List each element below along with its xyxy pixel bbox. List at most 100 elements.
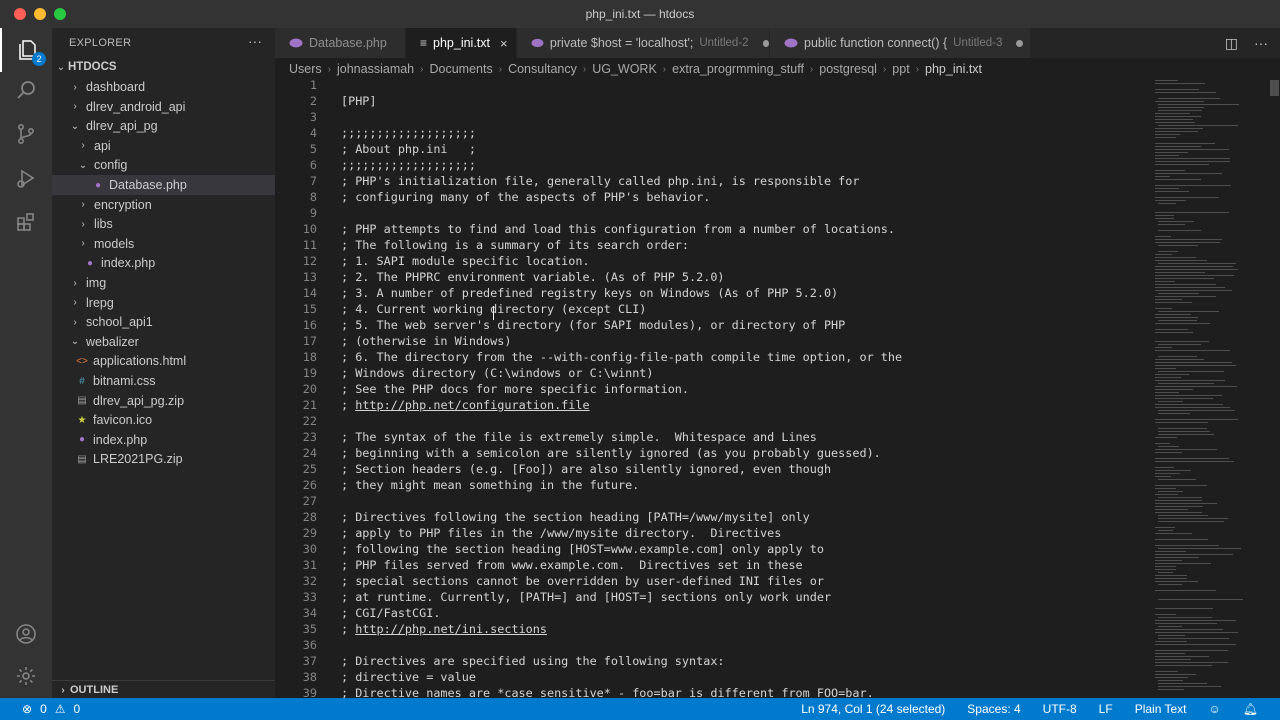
code-line[interactable]: 26 ; they might mean something in the fut… xyxy=(275,477,1145,493)
code-line[interactable]: 39 ; Directive names are *case sensitive*… xyxy=(275,685,1145,698)
url-link[interactable]: http://php.net/ini.sections xyxy=(355,622,547,636)
tab-database-php[interactable]: Database.php xyxy=(275,28,406,58)
code-line[interactable]: 18 ; 6. The directory from the --with-con… xyxy=(275,349,1145,365)
outline-section[interactable]: › OUTLINE xyxy=(52,680,275,699)
breadcrumb-item[interactable]: php_ini.txt xyxy=(925,62,982,76)
breadcrumb-item[interactable]: Documents xyxy=(429,62,492,76)
tab-untitled-3[interactable]: public function connect() { Untitled-3 xyxy=(770,28,1031,58)
code-line[interactable]: 29 ; apply to PHP files in the /www/mysit… xyxy=(275,525,1145,541)
breadcrumb-item[interactable]: Users xyxy=(289,62,322,76)
code-line[interactable]: 3 xyxy=(275,109,1145,125)
indentation[interactable]: Spaces: 4 xyxy=(967,702,1020,716)
code-line[interactable]: 5 ; About php.ini ; xyxy=(275,141,1145,157)
code-line[interactable]: 8 ; configuring many of the aspects of PH… xyxy=(275,189,1145,205)
unsaved-dot-icon[interactable] xyxy=(1016,39,1024,47)
tree-item[interactable]: › api xyxy=(52,136,275,156)
code-line[interactable]: 24 ; beginning with a semicolon are silen… xyxy=(275,445,1145,461)
code-line[interactable]: 19 ; Windows directory (C:\windows or C:\… xyxy=(275,365,1145,381)
tree-item[interactable]: › img xyxy=(52,273,275,293)
text-editor[interactable]: 1 2 [PHP] 3 4;;;;;;;;;;;;;;;;;;; 5; About php… xyxy=(275,80,1145,698)
url-link[interactable]: http://php.net/configuration.file xyxy=(355,398,589,412)
code-line[interactable]: 9 xyxy=(275,205,1145,221)
code-line[interactable]: 28 ; Directives following the section hea… xyxy=(275,509,1145,525)
extensions-activity-button[interactable] xyxy=(0,200,52,244)
code-line[interactable]: 38 ; directive = value xyxy=(275,669,1145,685)
breadcrumb-item[interactable]: johnassiamah xyxy=(337,62,414,76)
accounts-activity-button[interactable] xyxy=(0,612,52,656)
workspace-root[interactable]: ⌄ HTDOCS xyxy=(52,57,275,77)
tree-item[interactable]: ● index.php xyxy=(52,430,275,450)
tree-item[interactable]: › school_api1 xyxy=(52,312,275,332)
code-line[interactable]: 27 xyxy=(275,493,1145,509)
tree-item[interactable]: ⌄ webalizer xyxy=(52,332,275,352)
tree-item[interactable]: <> applications.html xyxy=(52,351,275,371)
code-line[interactable]: 37 ; Directives are specified using the f… xyxy=(275,653,1145,669)
code-line[interactable]: 1 xyxy=(275,80,1145,93)
code-line[interactable]: 21; http://php.net/configuration.file xyxy=(275,397,1145,413)
scrollbar-thumb[interactable] xyxy=(1270,80,1279,96)
code-line[interactable]: 11 ; The following is a summary of its se… xyxy=(275,237,1145,253)
code-line[interactable]: 7 ; PHP's initialization file, generally … xyxy=(275,173,1145,189)
end-of-line[interactable]: LF xyxy=(1099,702,1113,716)
run-debug-activity-button[interactable] xyxy=(0,156,52,200)
vertical-scrollbar[interactable] xyxy=(1268,80,1280,698)
tree-item[interactable]: ⌄ config xyxy=(52,155,275,175)
bell-icon[interactable]: 🔔︎ xyxy=(1243,702,1258,716)
tree-item[interactable]: › lrepg xyxy=(52,293,275,313)
more-actions-icon[interactable]: ··· xyxy=(248,33,262,49)
tree-item[interactable]: › dlrev_android_api xyxy=(52,97,275,117)
code-line[interactable]: 30 ; following the section heading [HOST=… xyxy=(275,541,1145,557)
cursor-position[interactable]: Ln 974, Col 1 (24 selected) xyxy=(801,702,945,716)
code-line[interactable]: 32 ; special sections cannot be overridde… xyxy=(275,573,1145,589)
code-line[interactable]: 36 xyxy=(275,637,1145,653)
minimap[interactable] xyxy=(1152,80,1268,698)
code-line[interactable]: 33 ; at runtime. Currently, [PATH=] and [… xyxy=(275,589,1145,605)
encoding[interactable]: UTF-8 xyxy=(1043,702,1077,716)
tree-item[interactable]: › models xyxy=(52,234,275,254)
tree-item[interactable]: ● Database.php xyxy=(52,175,275,195)
more-actions-icon[interactable]: ··· xyxy=(1254,35,1268,52)
manage-activity-button[interactable] xyxy=(0,654,52,698)
unsaved-dot-icon[interactable] xyxy=(762,39,769,47)
code-line[interactable]: 20 ; See the PHP docs for more specific i… xyxy=(275,381,1145,397)
tree-item[interactable]: ▤ dlrev_api_pg.zip xyxy=(52,391,275,411)
language-mode[interactable]: Plain Text xyxy=(1135,702,1187,716)
code-line[interactable]: 4;;;;;;;;;;;;;;;;;;; xyxy=(275,125,1145,141)
source-control-activity-button[interactable] xyxy=(0,112,52,156)
tree-item[interactable]: › encryption xyxy=(52,195,275,215)
code-line[interactable]: 17 ; (otherwise in Windows) xyxy=(275,333,1145,349)
breadcrumb-item[interactable]: extra_progrmming_stuff xyxy=(672,62,804,76)
code-line[interactable]: 35; http://php.net/ini.sections xyxy=(275,621,1145,637)
breadcrumb-item[interactable]: ppt xyxy=(892,62,909,76)
code-line[interactable]: 12 ; 1. SAPI module specific location. xyxy=(275,253,1145,269)
tree-item[interactable]: › libs xyxy=(52,214,275,234)
code-line[interactable]: 2 [PHP] xyxy=(275,93,1145,109)
breadcrumb-item[interactable]: postgresql xyxy=(819,62,877,76)
problems-indicator[interactable]: ⊗ 0 ⚠ 0 xyxy=(22,702,80,716)
code-line[interactable]: 34 ; CGI/FastCGI. xyxy=(275,605,1145,621)
tree-item[interactable]: › dashboard xyxy=(52,77,275,97)
code-line[interactable]: 31 ; PHP files served from www.example.co… xyxy=(275,557,1145,573)
explorer-activity-button[interactable]: 2 xyxy=(0,28,54,72)
code-line[interactable]: 16 ; 5. The web server's directory (for S… xyxy=(275,317,1145,333)
tree-item[interactable]: ▤ LRE2021PG.zip xyxy=(52,449,275,469)
close-tab-icon[interactable]: × xyxy=(500,36,508,51)
code-line[interactable]: 10 ; PHP attempts to find and load this c… xyxy=(275,221,1145,237)
breadcrumb-item[interactable]: UG_WORK xyxy=(592,62,657,76)
tab-php-ini[interactable]: ≡ php_ini.txt × xyxy=(406,28,517,58)
code-line[interactable]: 6;;;;;;;;;;;;;;;;;;; xyxy=(275,157,1145,173)
code-line[interactable]: 15; 4. Current working directory (except… xyxy=(275,301,1145,317)
tree-item[interactable]: ⌄ dlrev_api_pg xyxy=(52,116,275,136)
code-line[interactable]: 13 ; 2. The PHPRC environment variable. (… xyxy=(275,269,1145,285)
code-line[interactable]: 22 xyxy=(275,413,1145,429)
tree-item[interactable]: ● index.php xyxy=(52,253,275,273)
search-activity-button[interactable] xyxy=(0,68,52,112)
code-line[interactable]: 14 ; 3. A number of predefined registry k… xyxy=(275,285,1145,301)
code-line[interactable]: 23 ; The syntax of the file is extremely … xyxy=(275,429,1145,445)
split-editor-icon[interactable]: ◫ xyxy=(1225,35,1238,52)
code-line[interactable]: 25 ; Section headers (e.g. [Foo]) are als… xyxy=(275,461,1145,477)
feedback-icon[interactable]: ☺ xyxy=(1209,702,1221,716)
tab-untitled-2[interactable]: private $host = 'localhost'; Untitled-2 xyxy=(517,28,770,58)
tree-item[interactable]: # bitnami.css xyxy=(52,371,275,391)
tree-item[interactable]: ★ favicon.ico xyxy=(52,410,275,430)
